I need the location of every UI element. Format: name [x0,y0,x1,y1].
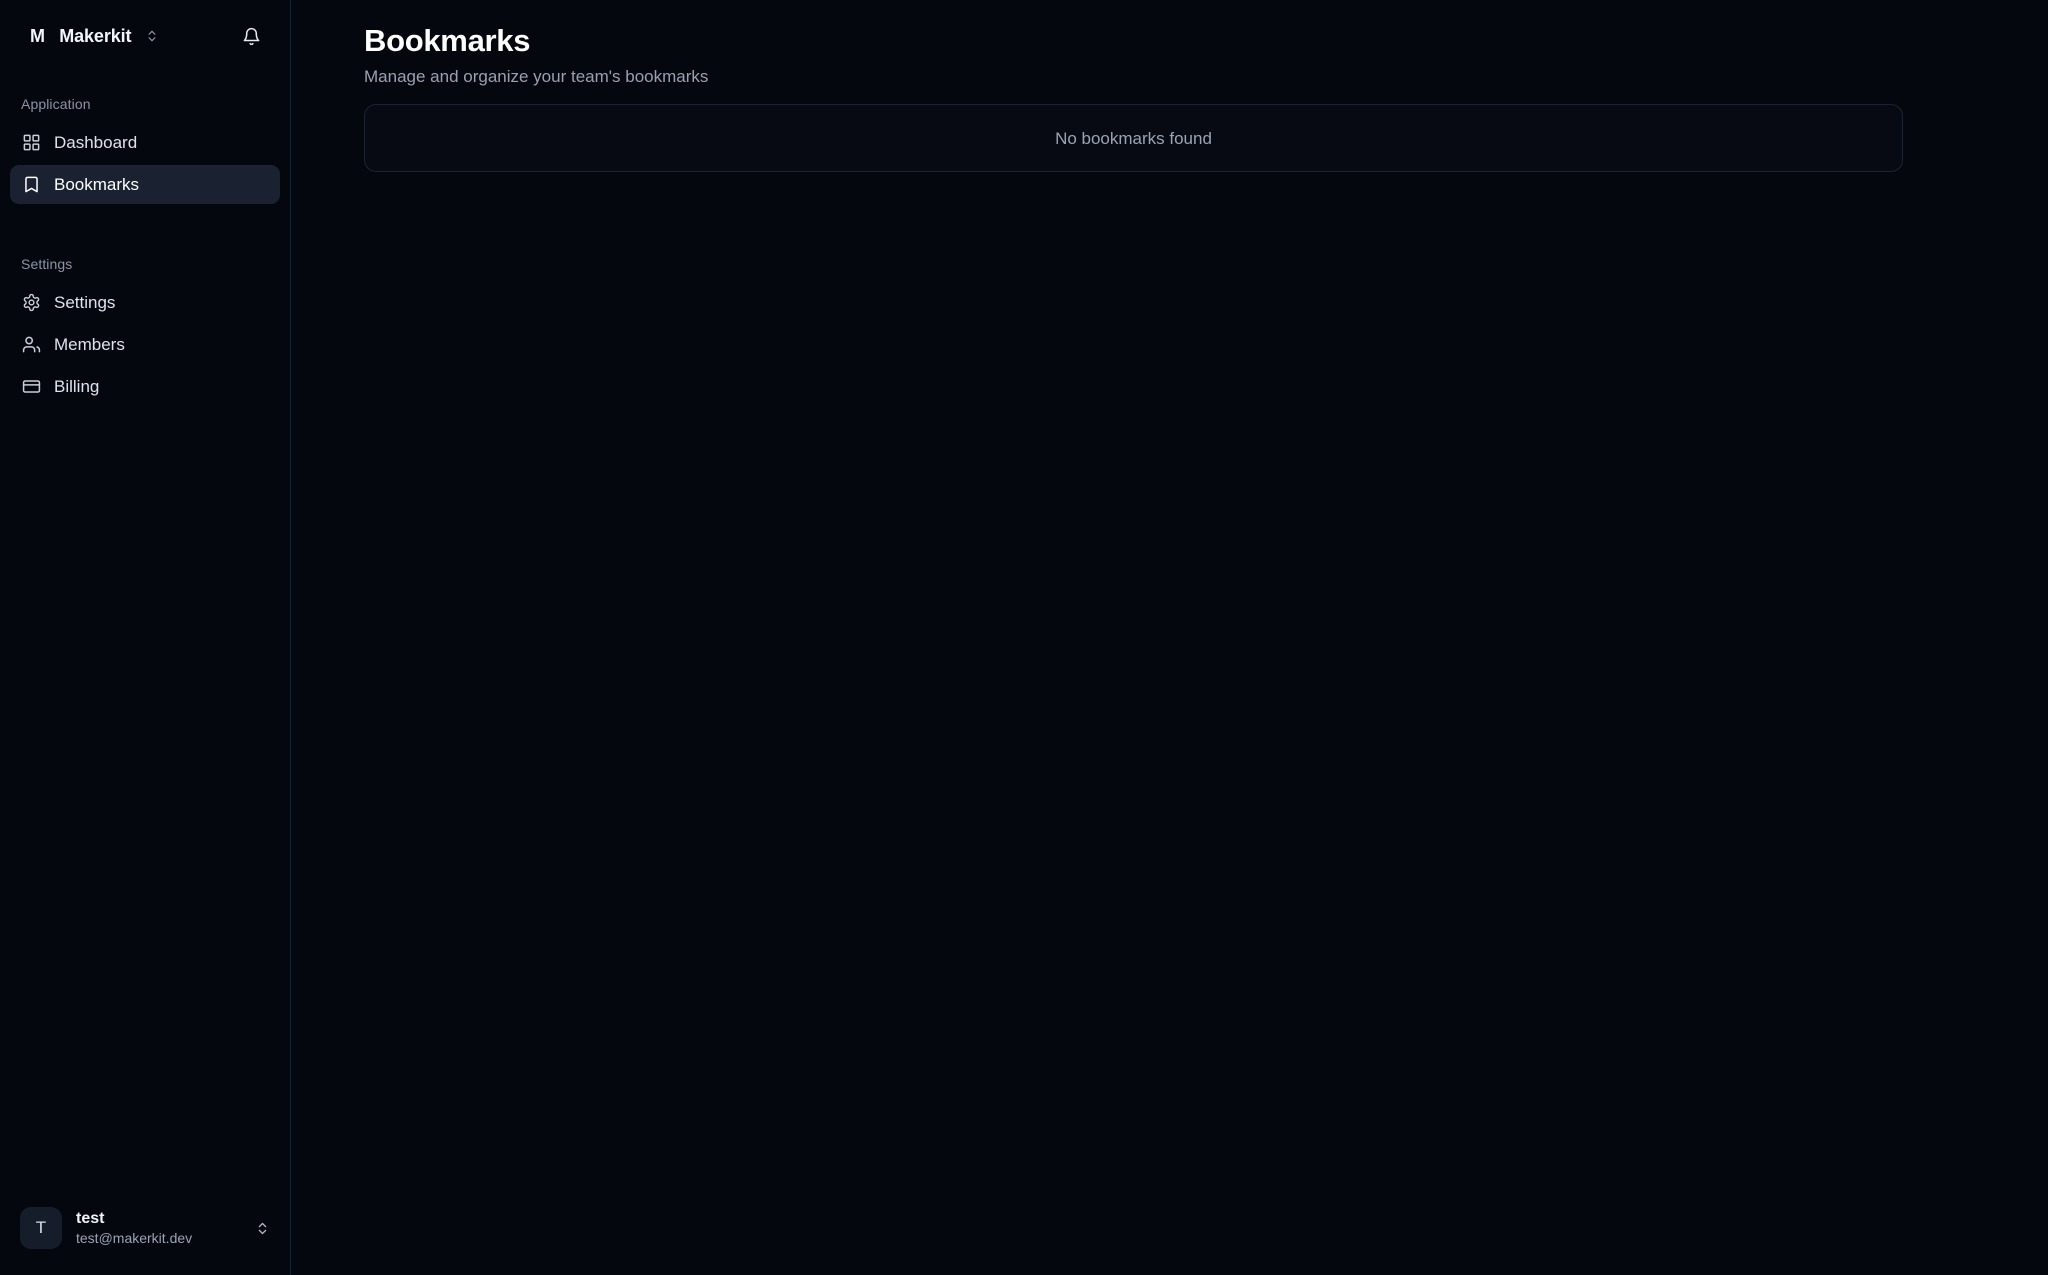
nav-group-settings: Settings Settings Members Billing [10,250,280,406]
user-name: test [76,1209,105,1227]
workspace-name: Makerkit [59,26,132,46]
nav-group-label-application: Application [21,96,91,112]
app-root: M Makerkit Application Dashboard Bookmar… [0,0,2048,1275]
workspace-logo: M [30,26,46,46]
users-icon [22,335,41,354]
sidebar-item-settings[interactable]: Settings [10,283,280,322]
main-content: Bookmarks Manage and organize your team'… [291,0,2048,1275]
page-subtitle: Manage and organize your team's bookmark… [364,67,709,87]
bookmarks-empty-state-card: No bookmarks found [364,104,1903,173]
sidebar-item-label: Settings [54,292,116,312]
chevrons-up-down-icon [145,29,159,43]
gear-icon [22,293,41,312]
layout-grid-icon [22,133,41,152]
sidebar-item-members[interactable]: Members [10,325,280,364]
workspace-switcher[interactable]: M Makerkit [22,27,234,45]
bookmark-icon [22,175,41,194]
notifications-button[interactable] [234,19,268,53]
bell-icon [242,27,261,46]
user-profile-text: test test@makerkit.dev [76,1210,241,1247]
nav-group-label-settings: Settings [21,255,73,272]
page-header: Bookmarks Manage and organize your team'… [364,22,1903,104]
sidebar-item-label: Members [54,334,125,354]
sidebar-item-label: Dashboard [54,132,138,152]
page-title: Bookmarks [364,23,531,58]
chevrons-up-down-icon [255,1221,270,1236]
user-profile-menu[interactable]: T test test@makerkit.dev [10,1197,280,1259]
sidebar-item-dashboard[interactable]: Dashboard [10,123,280,162]
sidebar-item-bookmarks[interactable]: Bookmarks [10,164,280,204]
credit-card-icon [22,377,41,396]
avatar: T [20,1207,62,1249]
sidebar-item-label: Bookmarks [54,174,140,194]
sidebar-item-billing[interactable]: Billing [10,367,280,406]
sidebar: M Makerkit Application Dashboard Bookmar… [0,0,291,1275]
sidebar-navigation: Application Dashboard Bookmarks Settings… [0,72,290,1197]
user-email: test@makerkit.dev [76,1231,193,1247]
nav-group-application: Application Dashboard Bookmarks [10,90,280,204]
empty-state-message: No bookmarks found [1055,128,1212,148]
sidebar-item-label: Billing [54,376,100,396]
sidebar-header: M Makerkit [0,0,290,72]
